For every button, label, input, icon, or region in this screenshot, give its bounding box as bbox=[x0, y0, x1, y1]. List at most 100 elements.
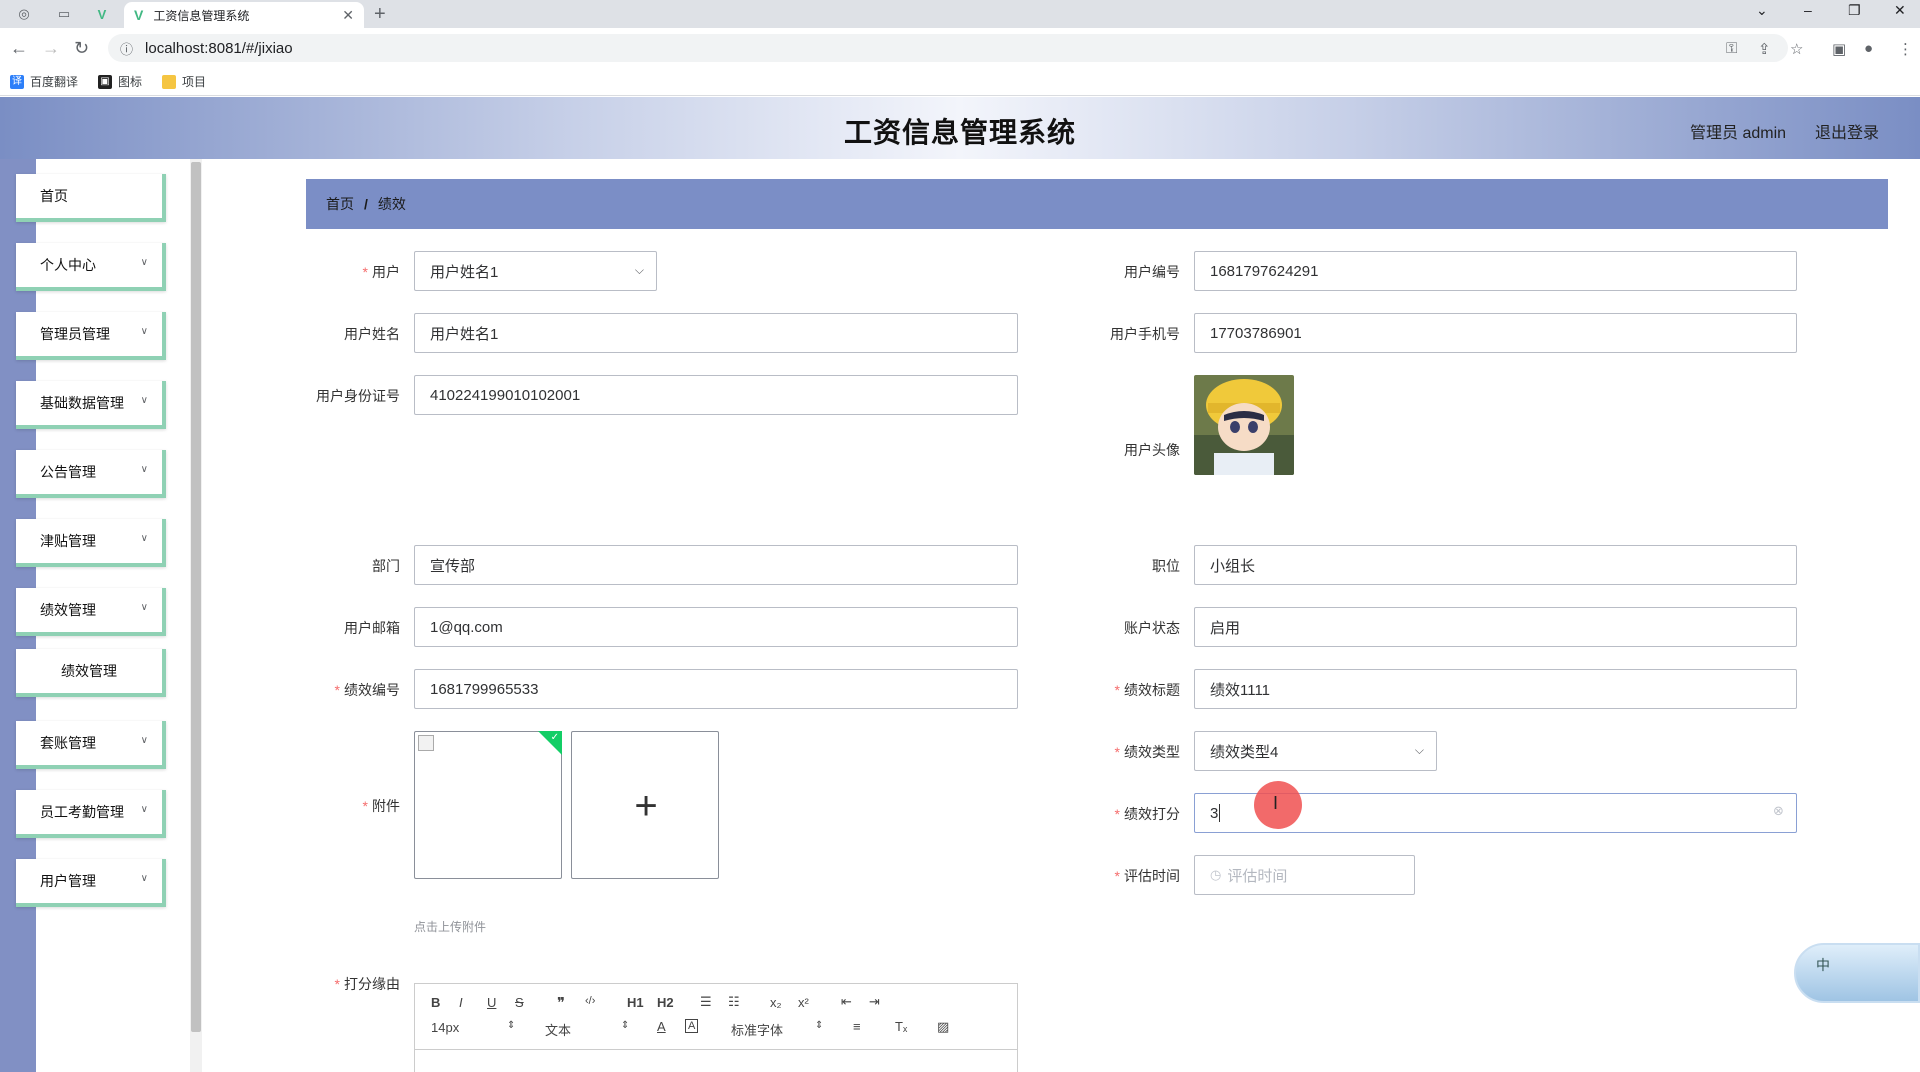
eval-time-picker[interactable]: ◷ 评估时间 bbox=[1194, 855, 1415, 895]
close-icon[interactable]: ✕ bbox=[342, 7, 354, 24]
bookmarks-bar: 译 百度翻译 ▣ 图标 项目 bbox=[0, 68, 1920, 96]
share-icon[interactable]: ⇪ bbox=[1758, 40, 1771, 58]
superscript-icon[interactable]: x² bbox=[798, 995, 809, 1010]
chevron-down-icon[interactable]: ⌄ bbox=[1756, 2, 1768, 19]
globe-icon[interactable]: ◎ bbox=[8, 3, 40, 25]
align-icon[interactable]: ≡ bbox=[853, 1019, 861, 1034]
ordered-list-icon[interactable]: ☰ bbox=[700, 994, 712, 1010]
user-select[interactable]: 用户姓名1 ⌵ bbox=[414, 251, 657, 291]
position-input[interactable]: 小组长 bbox=[1194, 545, 1797, 585]
font-color-icon[interactable]: A bbox=[657, 1019, 666, 1034]
restore-button[interactable]: ❐ bbox=[1848, 2, 1861, 19]
plus-icon: + bbox=[634, 783, 658, 828]
italic-icon[interactable]: I bbox=[459, 995, 463, 1010]
user-no-label: 用户编号 bbox=[1124, 264, 1180, 280]
chevron-down-icon: ⌵ bbox=[634, 263, 644, 277]
bullet-list-icon[interactable]: ☷ bbox=[728, 994, 740, 1010]
back-button[interactable]: ← bbox=[10, 38, 28, 59]
breadcrumb-current: 绩效 bbox=[377, 196, 406, 212]
sidebar-item-notice[interactable]: 公告管理 ∨ bbox=[16, 450, 166, 498]
font-family-select[interactable]: 标准字体 bbox=[731, 1020, 783, 1039]
forward-button[interactable]: → bbox=[42, 38, 60, 59]
clear-icon[interactable]: ⊗ bbox=[1773, 803, 1784, 819]
indent-icon[interactable]: ⇥ bbox=[869, 994, 880, 1010]
perf-no-input[interactable]: 1681799965533 bbox=[414, 669, 1018, 709]
rich-text-editor[interactable]: B I U S ❞ ‹/› H1 H2 ☰ ☷ x₂ x² ⇤ ⇥ 14px ⇕… bbox=[414, 983, 1018, 1072]
admin-label: 管理员 admin bbox=[1690, 125, 1787, 142]
minimize-button[interactable]: – bbox=[1804, 2, 1812, 18]
chevron-updown-icon: ⇕ bbox=[621, 1020, 630, 1031]
code-icon[interactable]: ‹/› bbox=[585, 995, 595, 1007]
vue-tab-icon[interactable]: V bbox=[86, 3, 118, 25]
email-label: 用户邮箱 bbox=[344, 620, 400, 636]
sidebar-scrollbar-thumb[interactable] bbox=[191, 162, 201, 1032]
sidebar-item-basic-data[interactable]: 基础数据管理 ∨ bbox=[16, 381, 166, 429]
perf-title-input[interactable]: 绩效1111 bbox=[1194, 669, 1797, 709]
sidepanel-icon[interactable]: ▣ bbox=[1832, 40, 1846, 58]
perf-type-select[interactable]: 绩效类型4 ⌵ bbox=[1194, 731, 1437, 771]
underline-icon[interactable]: U bbox=[487, 995, 496, 1010]
clear-format-icon[interactable]: Tₓ bbox=[895, 1019, 907, 1034]
uploaded-file-thumb[interactable]: ✓ bbox=[414, 731, 562, 879]
profile-icon[interactable]: ● bbox=[1864, 40, 1873, 57]
bold-icon[interactable]: B bbox=[431, 995, 440, 1010]
star-icon[interactable]: ☆ bbox=[1790, 40, 1803, 58]
chevron-down-icon: ∨ bbox=[140, 257, 148, 268]
browser-tab-active[interactable]: V 工资信息管理系统 ✕ bbox=[124, 2, 364, 28]
h2-icon[interactable]: H2 bbox=[657, 995, 674, 1010]
window-close-button[interactable]: ✕ bbox=[1894, 2, 1906, 19]
outdent-icon[interactable]: ⇤ bbox=[841, 994, 852, 1010]
new-tab-button[interactable]: + bbox=[374, 3, 386, 25]
sidebar-item-allowance[interactable]: 津贴管理 ∨ bbox=[16, 519, 166, 567]
logout-button[interactable]: 退出登录 bbox=[1815, 119, 1879, 143]
user-avatar-image[interactable] bbox=[1194, 375, 1294, 475]
dept-input[interactable]: 宣传部 bbox=[414, 545, 1018, 585]
browser-tab-bar: ◎ ▭ V V 工资信息管理系统 ✕ + ⌄ – ❐ ✕ bbox=[0, 0, 1920, 28]
insert-image-icon[interactable]: ▨ bbox=[937, 1019, 949, 1035]
account-status-input[interactable]: 启用 bbox=[1194, 607, 1797, 647]
sidebar-item-personal[interactable]: 个人中心 ∨ bbox=[16, 243, 166, 291]
url-input[interactable]: ⓘ localhost:8081/#/jixiao bbox=[108, 34, 1788, 62]
text-style-select[interactable]: 文本 bbox=[545, 1020, 571, 1039]
chevron-down-icon: ∨ bbox=[140, 395, 148, 406]
user-phone-input[interactable]: 17703786901 bbox=[1194, 313, 1797, 353]
user-label: * 用户 bbox=[362, 264, 400, 280]
bookmark-baidu-translate[interactable]: 译 百度翻译 bbox=[10, 73, 78, 90]
info-icon[interactable]: ⓘ bbox=[120, 39, 133, 58]
sidebar-item-users[interactable]: 用户管理 ∨ bbox=[16, 859, 166, 907]
breadcrumb-separator: / bbox=[364, 196, 368, 212]
bookmark-project[interactable]: 项目 bbox=[162, 73, 206, 90]
reload-button[interactable]: ↻ bbox=[74, 38, 89, 59]
user-no-input[interactable]: 1681797624291 bbox=[1194, 251, 1797, 291]
user-name-input[interactable]: 用户姓名1 bbox=[414, 313, 1018, 353]
bookmark-icons[interactable]: ▣ 图标 bbox=[98, 73, 142, 90]
h1-icon[interactable]: H1 bbox=[627, 995, 644, 1010]
chevron-down-icon: ∨ bbox=[140, 735, 148, 746]
attachment-label: * 附件 bbox=[362, 798, 400, 814]
translate-icon: 译 bbox=[10, 74, 24, 89]
floating-widget[interactable]: 中 bbox=[1794, 943, 1920, 1003]
background-color-icon[interactable]: A bbox=[685, 1019, 699, 1033]
sidebar-item-performance[interactable]: 绩效管理 ∨ bbox=[16, 588, 166, 636]
user-id-input[interactable]: 410224199010102001 bbox=[414, 375, 1018, 415]
font-size-select[interactable]: 14px bbox=[431, 1020, 459, 1035]
breadcrumb-home[interactable]: 首页 bbox=[326, 194, 354, 214]
perf-title-label: * 绩效标题 bbox=[1114, 682, 1180, 698]
menu-icon[interactable]: ⋮ bbox=[1898, 40, 1913, 58]
sidebar-subitem-performance[interactable]: 绩效管理 bbox=[16, 649, 166, 697]
strike-icon[interactable]: S bbox=[515, 995, 524, 1010]
perf-no-label: * 绩效编号 bbox=[334, 682, 400, 698]
sidebar-item-admin[interactable]: 管理员管理 ∨ bbox=[16, 312, 166, 360]
key-icon[interactable]: ⚿ bbox=[1726, 40, 1737, 57]
email-input[interactable]: 1@qq.com bbox=[414, 607, 1018, 647]
subscript-icon[interactable]: x₂ bbox=[770, 995, 782, 1010]
clock-icon: ◷ bbox=[1210, 867, 1222, 882]
blockquote-icon[interactable]: ❞ bbox=[557, 994, 565, 1012]
sidebar-item-home[interactable]: 首页 bbox=[16, 174, 166, 222]
sidebar-item-attendance[interactable]: 员工考勤管理 ∨ bbox=[16, 790, 166, 838]
tab-icon[interactable]: ▭ bbox=[48, 3, 80, 25]
upload-button[interactable]: + bbox=[571, 731, 719, 879]
address-bar: ← → ↻ ⓘ localhost:8081/#/jixiao ⚿ ⇪ ☆ ▣ … bbox=[0, 28, 1920, 68]
sidebar-item-ledger[interactable]: 套账管理 ∨ bbox=[16, 721, 166, 769]
dept-label: 部门 bbox=[372, 558, 400, 574]
